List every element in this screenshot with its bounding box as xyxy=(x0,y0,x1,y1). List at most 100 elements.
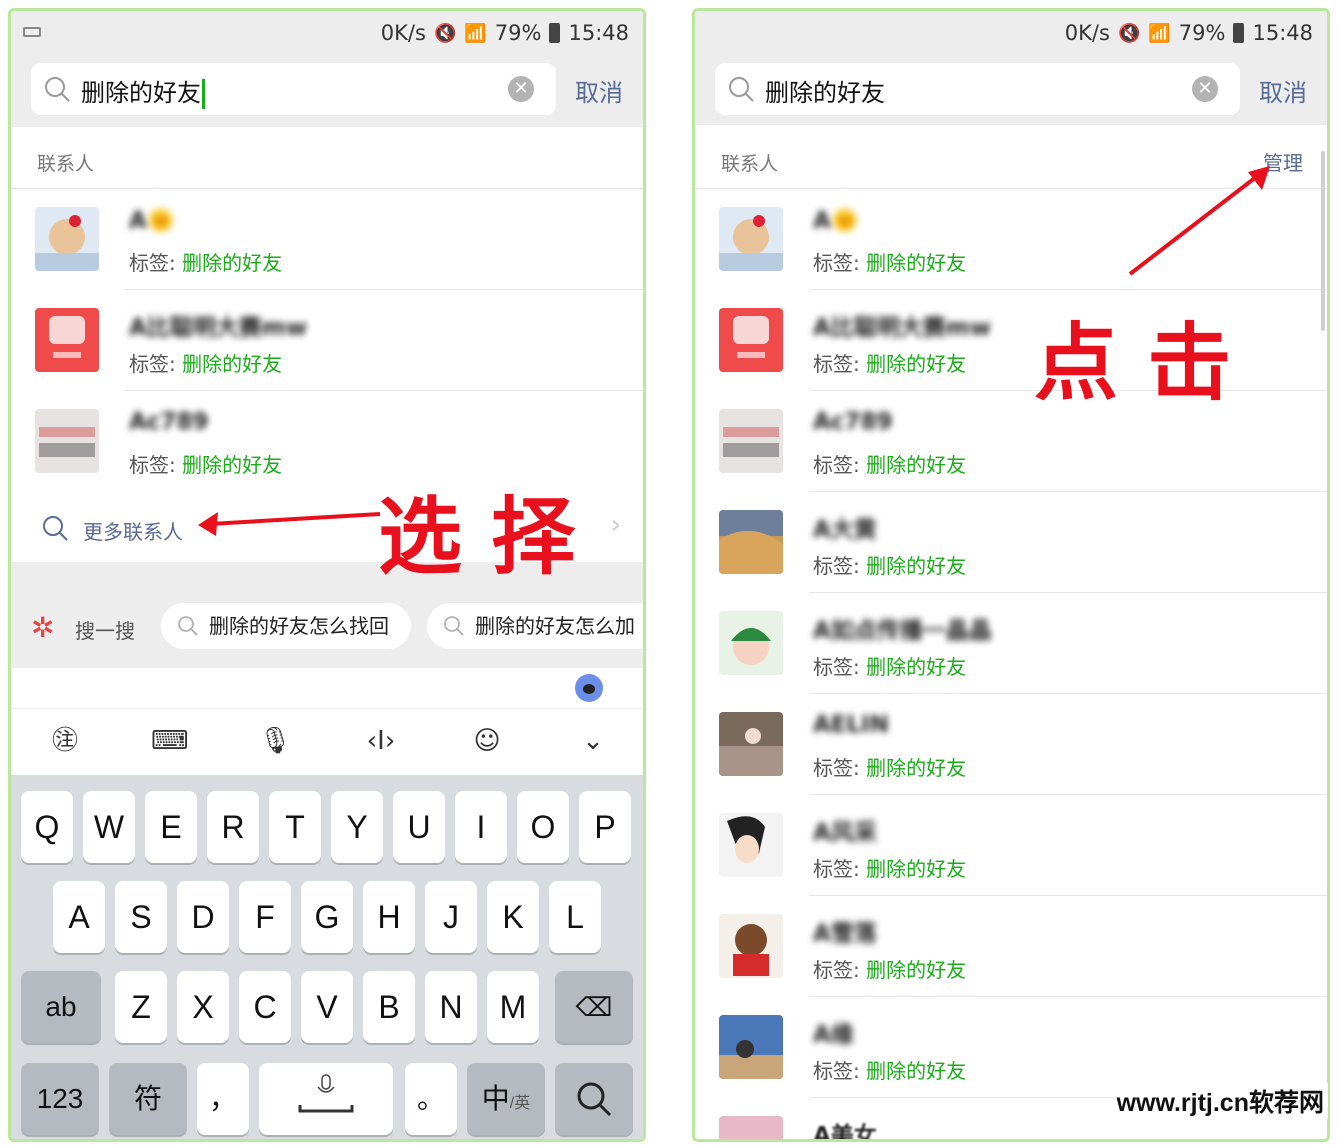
comma-key[interactable]: ， xyxy=(197,1063,249,1135)
avatar xyxy=(719,308,783,372)
key-d[interactable]: D xyxy=(177,881,229,953)
key-j[interactable]: J xyxy=(425,881,477,953)
language-switch-key[interactable]: 中/英 xyxy=(467,1063,545,1135)
emoji-icon[interactable]: ☺ xyxy=(469,723,505,759)
contact-name: Ac789 xyxy=(129,409,209,435)
key-e[interactable]: E xyxy=(145,791,197,863)
clear-icon[interactable]: ✕ xyxy=(508,76,534,102)
shift-key[interactable]: ab xyxy=(21,971,101,1043)
contact-name: A如点传播一晶晶 xyxy=(813,618,992,644)
avatar xyxy=(719,510,783,574)
key-f[interactable]: F xyxy=(239,881,291,953)
key-s[interactable]: S xyxy=(115,881,167,953)
keyboard-icon[interactable]: ⌨ xyxy=(151,723,189,759)
contact-row[interactable]: Ac789 标签: 删除的好友 xyxy=(695,391,1327,492)
cancel-button[interactable]: 取消 xyxy=(1259,73,1307,108)
key-i[interactable]: I xyxy=(455,791,507,863)
key-h[interactable]: H xyxy=(363,881,415,953)
key-m[interactable]: M xyxy=(487,971,539,1043)
section-header: 联系人 xyxy=(11,127,643,189)
key-k[interactable]: K xyxy=(487,881,539,953)
clear-icon[interactable]: ✕ xyxy=(1192,76,1218,102)
search-icon xyxy=(577,1082,612,1117)
wifi-icon: 📶 xyxy=(1148,22,1171,44)
cancel-button[interactable]: 取消 xyxy=(575,73,623,108)
contact-tag: 标签: 删除的好友 xyxy=(129,352,283,376)
chevron-down-icon[interactable]: ⌄ xyxy=(575,723,611,759)
symbols-key[interactable]: 符 xyxy=(109,1063,187,1135)
text-caret xyxy=(202,79,205,109)
contact-row[interactable]: A风采 标签: 删除的好友 xyxy=(695,795,1327,896)
contact-tag: 标签: 删除的好友 xyxy=(813,251,967,275)
key-p[interactable]: P xyxy=(579,791,631,863)
cursor-move-icon[interactable]: ‹I› xyxy=(363,723,399,759)
battery-icon xyxy=(549,23,561,43)
contact-name: A🌞 xyxy=(813,208,860,234)
ime-mascot-icon[interactable] xyxy=(575,674,603,702)
avatar xyxy=(719,1116,783,1139)
suggestion-chip[interactable]: 删除的好友怎么加 xyxy=(427,603,643,649)
search-query-text: 删除的好友 xyxy=(765,79,885,107)
search-input[interactable]: 删除的好友 ✕ xyxy=(715,63,1240,115)
contact-row[interactable]: AELIN 标签: 删除的好友 xyxy=(695,694,1327,795)
key-u[interactable]: U xyxy=(393,791,445,863)
search-key[interactable] xyxy=(555,1063,633,1135)
key-y[interactable]: Y xyxy=(331,791,383,863)
key-n[interactable]: N xyxy=(425,971,477,1043)
search-query-text: 删除的好友 xyxy=(81,73,205,109)
scrollbar[interactable] xyxy=(1321,151,1325,331)
key-t[interactable]: T xyxy=(269,791,321,863)
contact-tag: 标签: 删除的好友 xyxy=(813,756,967,780)
numbers-key[interactable]: 123 xyxy=(21,1063,99,1135)
contact-row[interactable]: A比聪明大赛mw 标签: 删除的好友 xyxy=(11,290,643,391)
key-x[interactable]: X xyxy=(177,971,229,1043)
contact-row[interactable]: A🌞 标签: 删除的好友 xyxy=(11,189,643,290)
contact-name: A大黄 xyxy=(813,517,877,543)
search-input[interactable]: 删除的好友 ✕ xyxy=(31,63,556,115)
avatar xyxy=(719,914,783,978)
key-b[interactable]: B xyxy=(363,971,415,1043)
status-bar: 0K/s 🔇 📶 79% 15:48 xyxy=(695,11,1327,59)
contact-row[interactable]: A大黄 标签: 删除的好友 xyxy=(695,492,1327,593)
contact-row[interactable]: A如点传播一晶晶 标签: 删除的好友 xyxy=(695,593,1327,694)
key-z[interactable]: Z xyxy=(115,971,167,1043)
key-w[interactable]: W xyxy=(83,791,135,863)
battery-level: 79% xyxy=(494,21,542,45)
sougou-label[interactable]: 搜一搜 xyxy=(75,615,135,644)
avatar xyxy=(35,308,99,372)
contact-name: AELIN xyxy=(813,712,889,738)
ime-logo-icon[interactable]: ㊟ xyxy=(47,723,83,759)
mute-icon: 🔇 xyxy=(1117,22,1141,44)
contact-row[interactable]: A雪落 标签: 删除的好友 xyxy=(695,896,1327,997)
keyboard: Q W E R T Y U I O P A S D F G H J K L ab… xyxy=(11,775,643,1139)
contact-tag: 标签: 删除的好友 xyxy=(813,857,967,881)
status-bar: 0K/s 🔇 📶 79% 15:48 xyxy=(11,11,643,59)
avatar xyxy=(719,813,783,877)
backspace-key[interactable]: ⌫ xyxy=(555,971,633,1043)
annotation-select: 选 择 xyxy=(378,487,576,586)
backspace-icon: ⌫ xyxy=(575,992,613,1022)
contact-name: A美女 xyxy=(813,1123,877,1142)
key-q[interactable]: Q xyxy=(21,791,73,863)
key-c[interactable]: C xyxy=(239,971,291,1043)
period-key[interactable]: 。 xyxy=(405,1063,457,1135)
key-r[interactable]: R xyxy=(207,791,259,863)
keyboard-mini-icon xyxy=(23,27,41,37)
sougou-icon: ✲ xyxy=(31,611,55,644)
network-speed: 0K/s xyxy=(1064,21,1110,45)
key-o[interactable]: O xyxy=(517,791,569,863)
contact-name: A风采 xyxy=(813,820,877,846)
microphone-icon[interactable]: 🎙 xyxy=(257,723,293,759)
key-a[interactable]: A xyxy=(53,881,105,953)
key-v[interactable]: V xyxy=(301,971,353,1043)
space-mic-icon xyxy=(298,1074,354,1113)
key-l[interactable]: L xyxy=(549,881,601,953)
contact-tag: 标签: 删除的好友 xyxy=(813,1059,967,1083)
key-g[interactable]: G xyxy=(301,881,353,953)
contact-name: A🌞 xyxy=(129,208,176,234)
avatar xyxy=(35,409,99,473)
suggestion-chip[interactable]: 删除的好友怎么找回 xyxy=(161,603,411,649)
contact-row[interactable]: A比聪明大赛mw 标签: 删除的好友 xyxy=(695,290,1327,391)
avatar xyxy=(35,207,99,271)
space-key[interactable] xyxy=(259,1063,393,1135)
